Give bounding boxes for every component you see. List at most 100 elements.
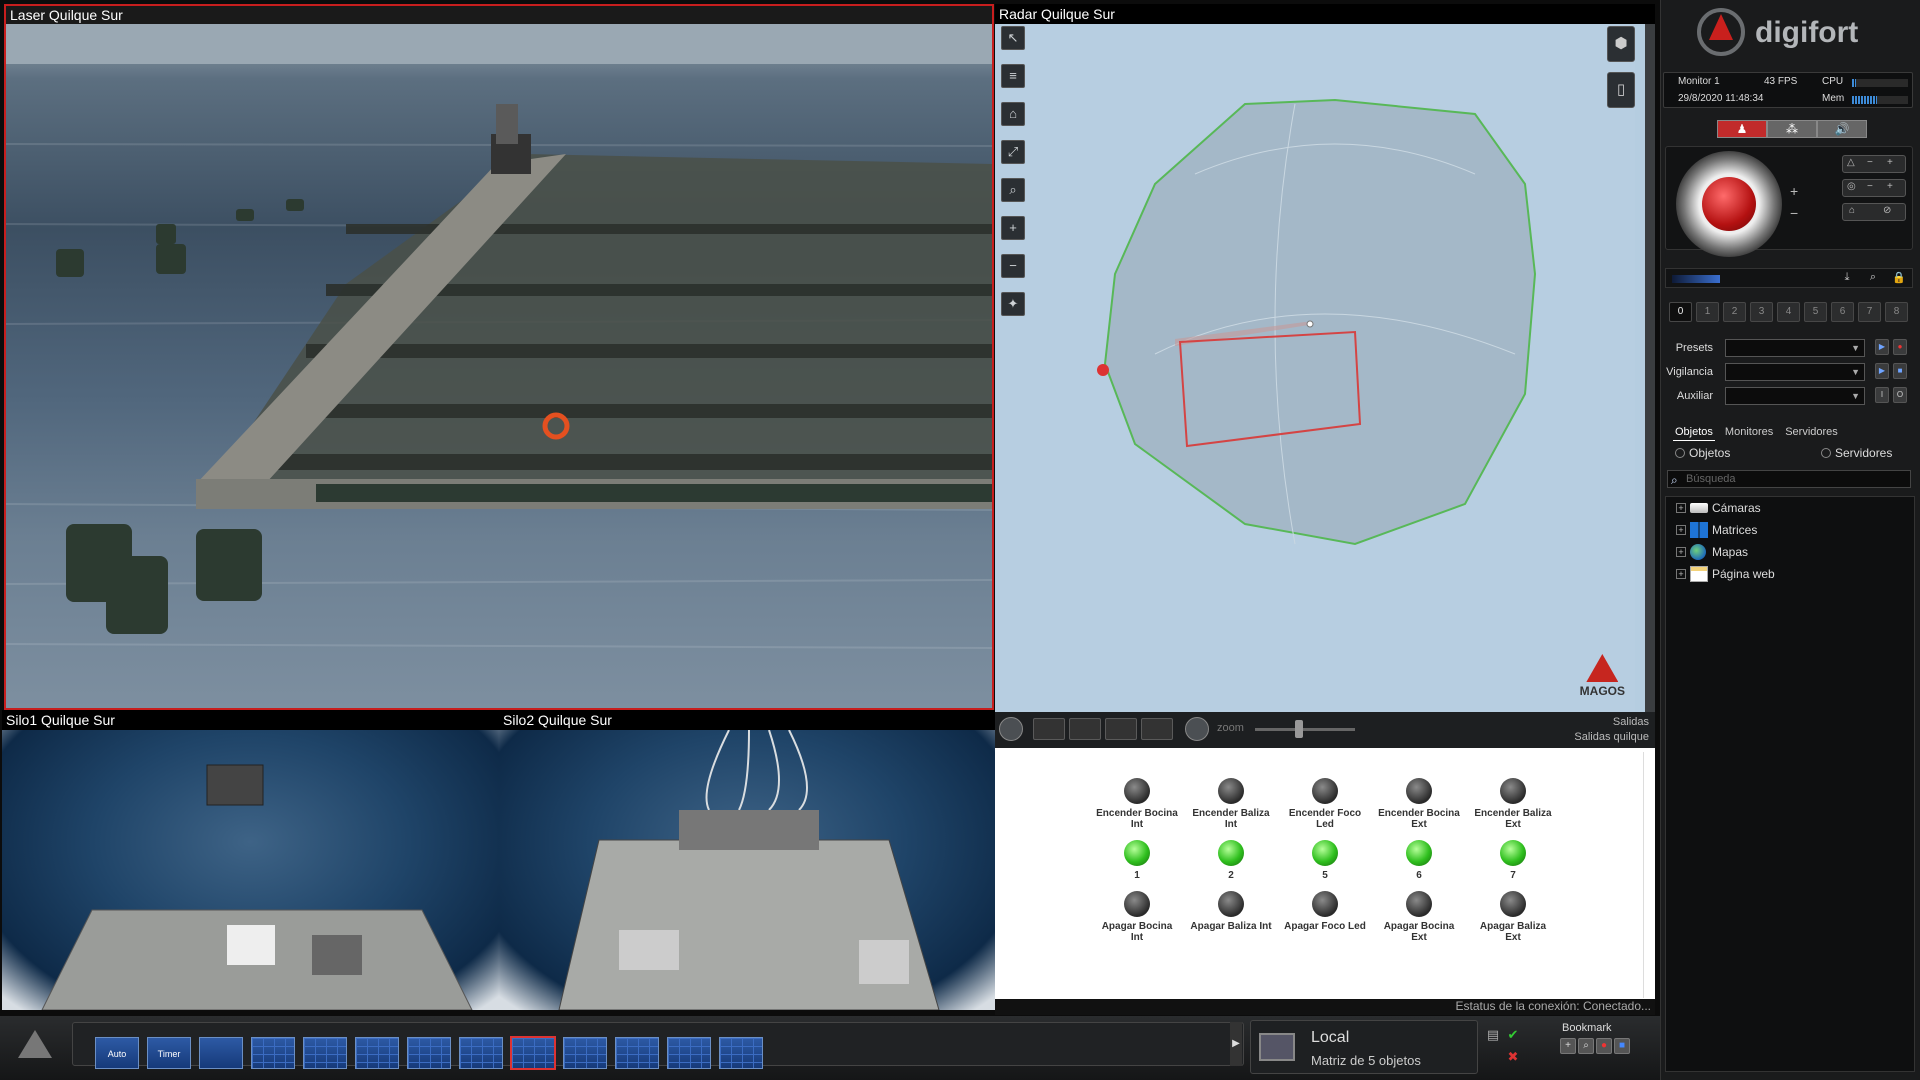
camera-tool-button[interactable] (1141, 718, 1173, 740)
close-icon[interactable]: ✖ (1506, 1050, 1520, 1064)
tab-ptz-audio-icon[interactable]: 🔊 (1817, 120, 1867, 138)
layout-8-button[interactable] (407, 1037, 451, 1069)
output-item[interactable]: Encender Bocina Ext (1377, 778, 1461, 830)
search-icon[interactable]: ⌕ (1866, 271, 1880, 285)
tab-monitores[interactable]: Monitores (1723, 424, 1775, 441)
layout-9-button[interactable] (459, 1037, 503, 1069)
output-item[interactable]: 6 (1377, 840, 1461, 881)
led-off-icon[interactable] (1500, 778, 1526, 804)
vigilancia-select[interactable]: ▼ (1725, 363, 1865, 381)
led-on-icon[interactable] (1500, 840, 1526, 866)
output-item[interactable]: Encender Baliza Int (1189, 778, 1273, 830)
search-input[interactable]: ⌕ Búsqueda (1667, 470, 1911, 488)
led-off-icon[interactable] (1406, 891, 1432, 917)
led-off-icon[interactable] (1218, 778, 1244, 804)
window-tool-button[interactable] (1069, 718, 1101, 740)
scroll-right-button[interactable]: ▶ (1230, 1022, 1242, 1066)
output-item[interactable]: 5 (1283, 840, 1367, 881)
led-off-icon[interactable] (1312, 778, 1338, 804)
tree-item[interactable]: + Cámaras (1666, 497, 1914, 519)
output-item[interactable]: Apagar Baliza Ext (1471, 891, 1555, 943)
preset-number-button[interactable]: 1 (1696, 302, 1719, 322)
preset-number-button[interactable]: 4 (1777, 302, 1800, 322)
output-item[interactable]: Encender Foco Led (1283, 778, 1367, 830)
layout-12-button[interactable] (615, 1037, 659, 1069)
screen-tool-button[interactable] (1105, 718, 1137, 740)
video-tile-silo2[interactable]: Silo2 Quilque Sur (499, 710, 995, 1010)
printer-icon[interactable]: ▤ (1486, 1028, 1500, 1042)
zoom-out-icon[interactable]: − (1867, 157, 1873, 168)
radio-objetos[interactable]: Objetos (1675, 446, 1730, 460)
layout-5-button[interactable] (303, 1037, 347, 1069)
video-tile-silo1[interactable]: Silo1 Quilque Sur (2, 710, 499, 1010)
layout-6-button[interactable] (355, 1037, 399, 1069)
focus-control[interactable]: ◎ − + (1842, 179, 1906, 197)
layout-16-button[interactable] (667, 1037, 711, 1069)
output-item[interactable]: 1 (1095, 840, 1179, 881)
record-icon[interactable]: ● (1596, 1038, 1612, 1054)
camera-feed-laser[interactable] (6, 24, 992, 708)
speed-minus-icon[interactable]: − (1790, 205, 1798, 221)
led-off-icon[interactable] (1500, 891, 1526, 917)
led-off-icon[interactable] (1406, 778, 1432, 804)
camera-feed-silo2[interactable] (499, 730, 995, 1010)
output-item[interactable]: Encender Baliza Ext (1471, 778, 1555, 830)
vertical-scrollbar[interactable] (1643, 752, 1653, 998)
led-off-icon[interactable] (1312, 891, 1338, 917)
aux-on-icon[interactable]: I (1875, 387, 1889, 403)
zoom-in-icon[interactable]: + (1001, 216, 1025, 240)
output-item[interactable]: Apagar Baliza Int (1189, 891, 1273, 943)
add-bookmark-icon[interactable]: + (1560, 1038, 1576, 1054)
video-tile-laser[interactable]: Laser Quilque Sur (4, 4, 994, 710)
radar-map-tile[interactable]: Radar Quilque Sur ↖ ≡ ⌂ ⤢ ⌕ + − ✦ ⬢ ▯ MA… (995, 4, 1655, 712)
tab-ptz-group-icon[interactable]: ⁂ (1767, 120, 1817, 138)
output-item[interactable]: Apagar Bocina Ext (1377, 891, 1461, 943)
layout-selected-button[interactable] (510, 1036, 556, 1070)
layout-10-button[interactable] (563, 1037, 607, 1069)
zoom-control[interactable]: △ − + (1842, 155, 1906, 173)
tab-servidores[interactable]: Servidores (1783, 424, 1840, 441)
radio-servidores[interactable]: Servidores (1821, 446, 1892, 460)
focus-out-icon[interactable]: − (1867, 181, 1873, 192)
aux-off-icon[interactable]: O (1893, 387, 1907, 403)
zoom-in-icon[interactable]: + (1887, 157, 1893, 168)
zoom-out-icon[interactable]: − (1001, 254, 1025, 278)
output-item[interactable]: Apagar Foco Led (1283, 891, 1367, 943)
speed-plus-icon[interactable]: + (1790, 183, 1798, 199)
move-tool-button[interactable] (1033, 718, 1065, 740)
ptz-joystick[interactable] (1676, 151, 1782, 257)
preset-number-button[interactable]: 5 (1804, 302, 1827, 322)
layout-timer-button[interactable]: Timer (147, 1037, 191, 1069)
settings-icon[interactable]: ⬢ (1607, 26, 1635, 62)
matrix-info[interactable]: Local Matriz de 5 objetos (1250, 1020, 1478, 1074)
record-icon[interactable]: ● (1893, 339, 1907, 355)
preset-number-button[interactable]: 3 (1750, 302, 1773, 322)
auxiliar-select[interactable]: ▼ (1725, 387, 1865, 405)
expand-icon[interactable]: + (1676, 569, 1686, 579)
expand-icon[interactable]: + (1676, 503, 1686, 513)
settings-icon[interactable] (1185, 717, 1209, 741)
preset-number-button[interactable]: 0 (1669, 302, 1692, 322)
zoom-slider-thumb[interactable] (1295, 720, 1303, 738)
download-icon[interactable]: ⤓ (1840, 271, 1854, 285)
panel-icon[interactable]: ▯ (1607, 72, 1635, 108)
preset-number-button[interactable]: 7 (1858, 302, 1881, 322)
stop-icon[interactable]: ■ (1614, 1038, 1630, 1054)
led-on-icon[interactable] (1124, 840, 1150, 866)
tree-item[interactable]: + Matrices (1666, 519, 1914, 541)
layers-icon[interactable]: ≡ (1001, 64, 1025, 88)
compass-icon[interactable]: ✦ (1001, 292, 1025, 316)
layout-4-button[interactable] (251, 1037, 295, 1069)
joystick-center-button[interactable] (1702, 177, 1756, 231)
play-icon[interactable]: ▶ (1875, 339, 1889, 355)
preset-number-button[interactable]: 8 (1885, 302, 1908, 322)
pointer-tool-icon[interactable]: ↖ (1001, 26, 1025, 50)
focus-in-icon[interactable]: + (1887, 181, 1893, 192)
home-icon[interactable]: ⌂ (1849, 205, 1855, 216)
led-on-icon[interactable] (1406, 840, 1432, 866)
fit-view-icon[interactable]: ⤢ (1001, 140, 1025, 164)
output-item[interactable]: Encender Bocina Int (1095, 778, 1179, 830)
led-on-icon[interactable] (1312, 840, 1338, 866)
camera-feed-silo1[interactable] (2, 730, 499, 1010)
led-on-icon[interactable] (1218, 840, 1244, 866)
